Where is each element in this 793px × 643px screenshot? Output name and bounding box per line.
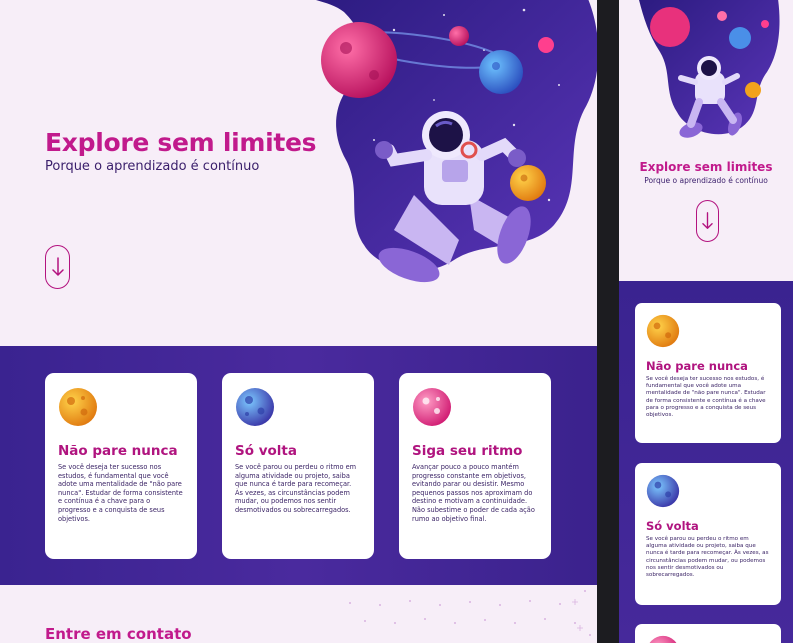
mobile-hero-section: Explore sem limites Porque o aprendizado… (619, 0, 793, 281)
hero-section: Explore sem limites Porque o aprendizado… (0, 0, 597, 346)
feature-card-title: Siga seu ritmo (412, 443, 523, 459)
hero-subtitle: Porque o aprendizado é contínuo (45, 159, 260, 174)
mobile-features-section: Não pare nunca Se você deseja ter sucess… (619, 281, 793, 643)
contact-title: Entre em contato (45, 625, 192, 643)
feature-card: Só volta Se você parou ou perdeu o ritmo… (222, 373, 374, 559)
desktop-layout: Explore sem limites Porque o aprendizado… (0, 0, 597, 643)
features-section: Não pare nunca Se você deseja ter sucess… (0, 346, 597, 585)
mobile-hero-title: Explore sem limites (639, 160, 773, 174)
orange-planet-icon (646, 314, 680, 348)
mobile-hero-subtitle: Porque o aprendizado é contínuo (644, 176, 768, 185)
feature-card: Só volta Se você parou ou perdeu o ritmo… (635, 463, 781, 605)
feature-card-text: Se você parou ou perdeu o ritmo em algum… (235, 463, 357, 514)
blue-planet-icon (646, 474, 680, 508)
orange-planet-icon (59, 388, 97, 426)
feature-card-text: Se você deseja ter sucesso nos estudos, … (646, 376, 766, 419)
contact-section: Entre em contato (0, 585, 597, 643)
scroll-down-button[interactable] (45, 245, 70, 289)
feature-card-text: Avançar pouco a pouco mantém progresso c… (412, 463, 535, 523)
feature-card (635, 624, 781, 643)
feature-card-title: Só volta (646, 519, 699, 533)
feature-card: Siga seu ritmo Avançar pouco a pouco man… (399, 373, 551, 559)
feature-card: Não pare nunca Se você deseja ter sucess… (635, 303, 781, 443)
arrow-down-icon (702, 212, 713, 229)
arrow-down-icon (51, 257, 64, 276)
dotted-pattern-decoration (349, 590, 591, 636)
feature-card-title: Não pare nunca (58, 443, 178, 459)
feature-card-title: Não pare nunca (646, 359, 748, 373)
pink-planet-icon (413, 388, 451, 426)
feature-card-text: Se você parou ou perdeu o ritmo em algum… (646, 536, 769, 579)
pink-planet-icon (649, 635, 677, 643)
blue-planet-icon (236, 388, 274, 426)
space-illustration (316, 0, 597, 283)
hero-title: Explore sem limites (45, 128, 317, 157)
feature-card-title: Só volta (235, 443, 297, 459)
mobile-layout: Explore sem limites Porque o aprendizado… (619, 0, 793, 643)
feature-card-text: Se você deseja ter sucesso nos estudos, … (58, 463, 183, 523)
mobile-scroll-down-button[interactable] (696, 200, 719, 242)
feature-card: Não pare nunca Se você deseja ter sucess… (45, 373, 197, 559)
mobile-space-illustration (639, 0, 780, 138)
